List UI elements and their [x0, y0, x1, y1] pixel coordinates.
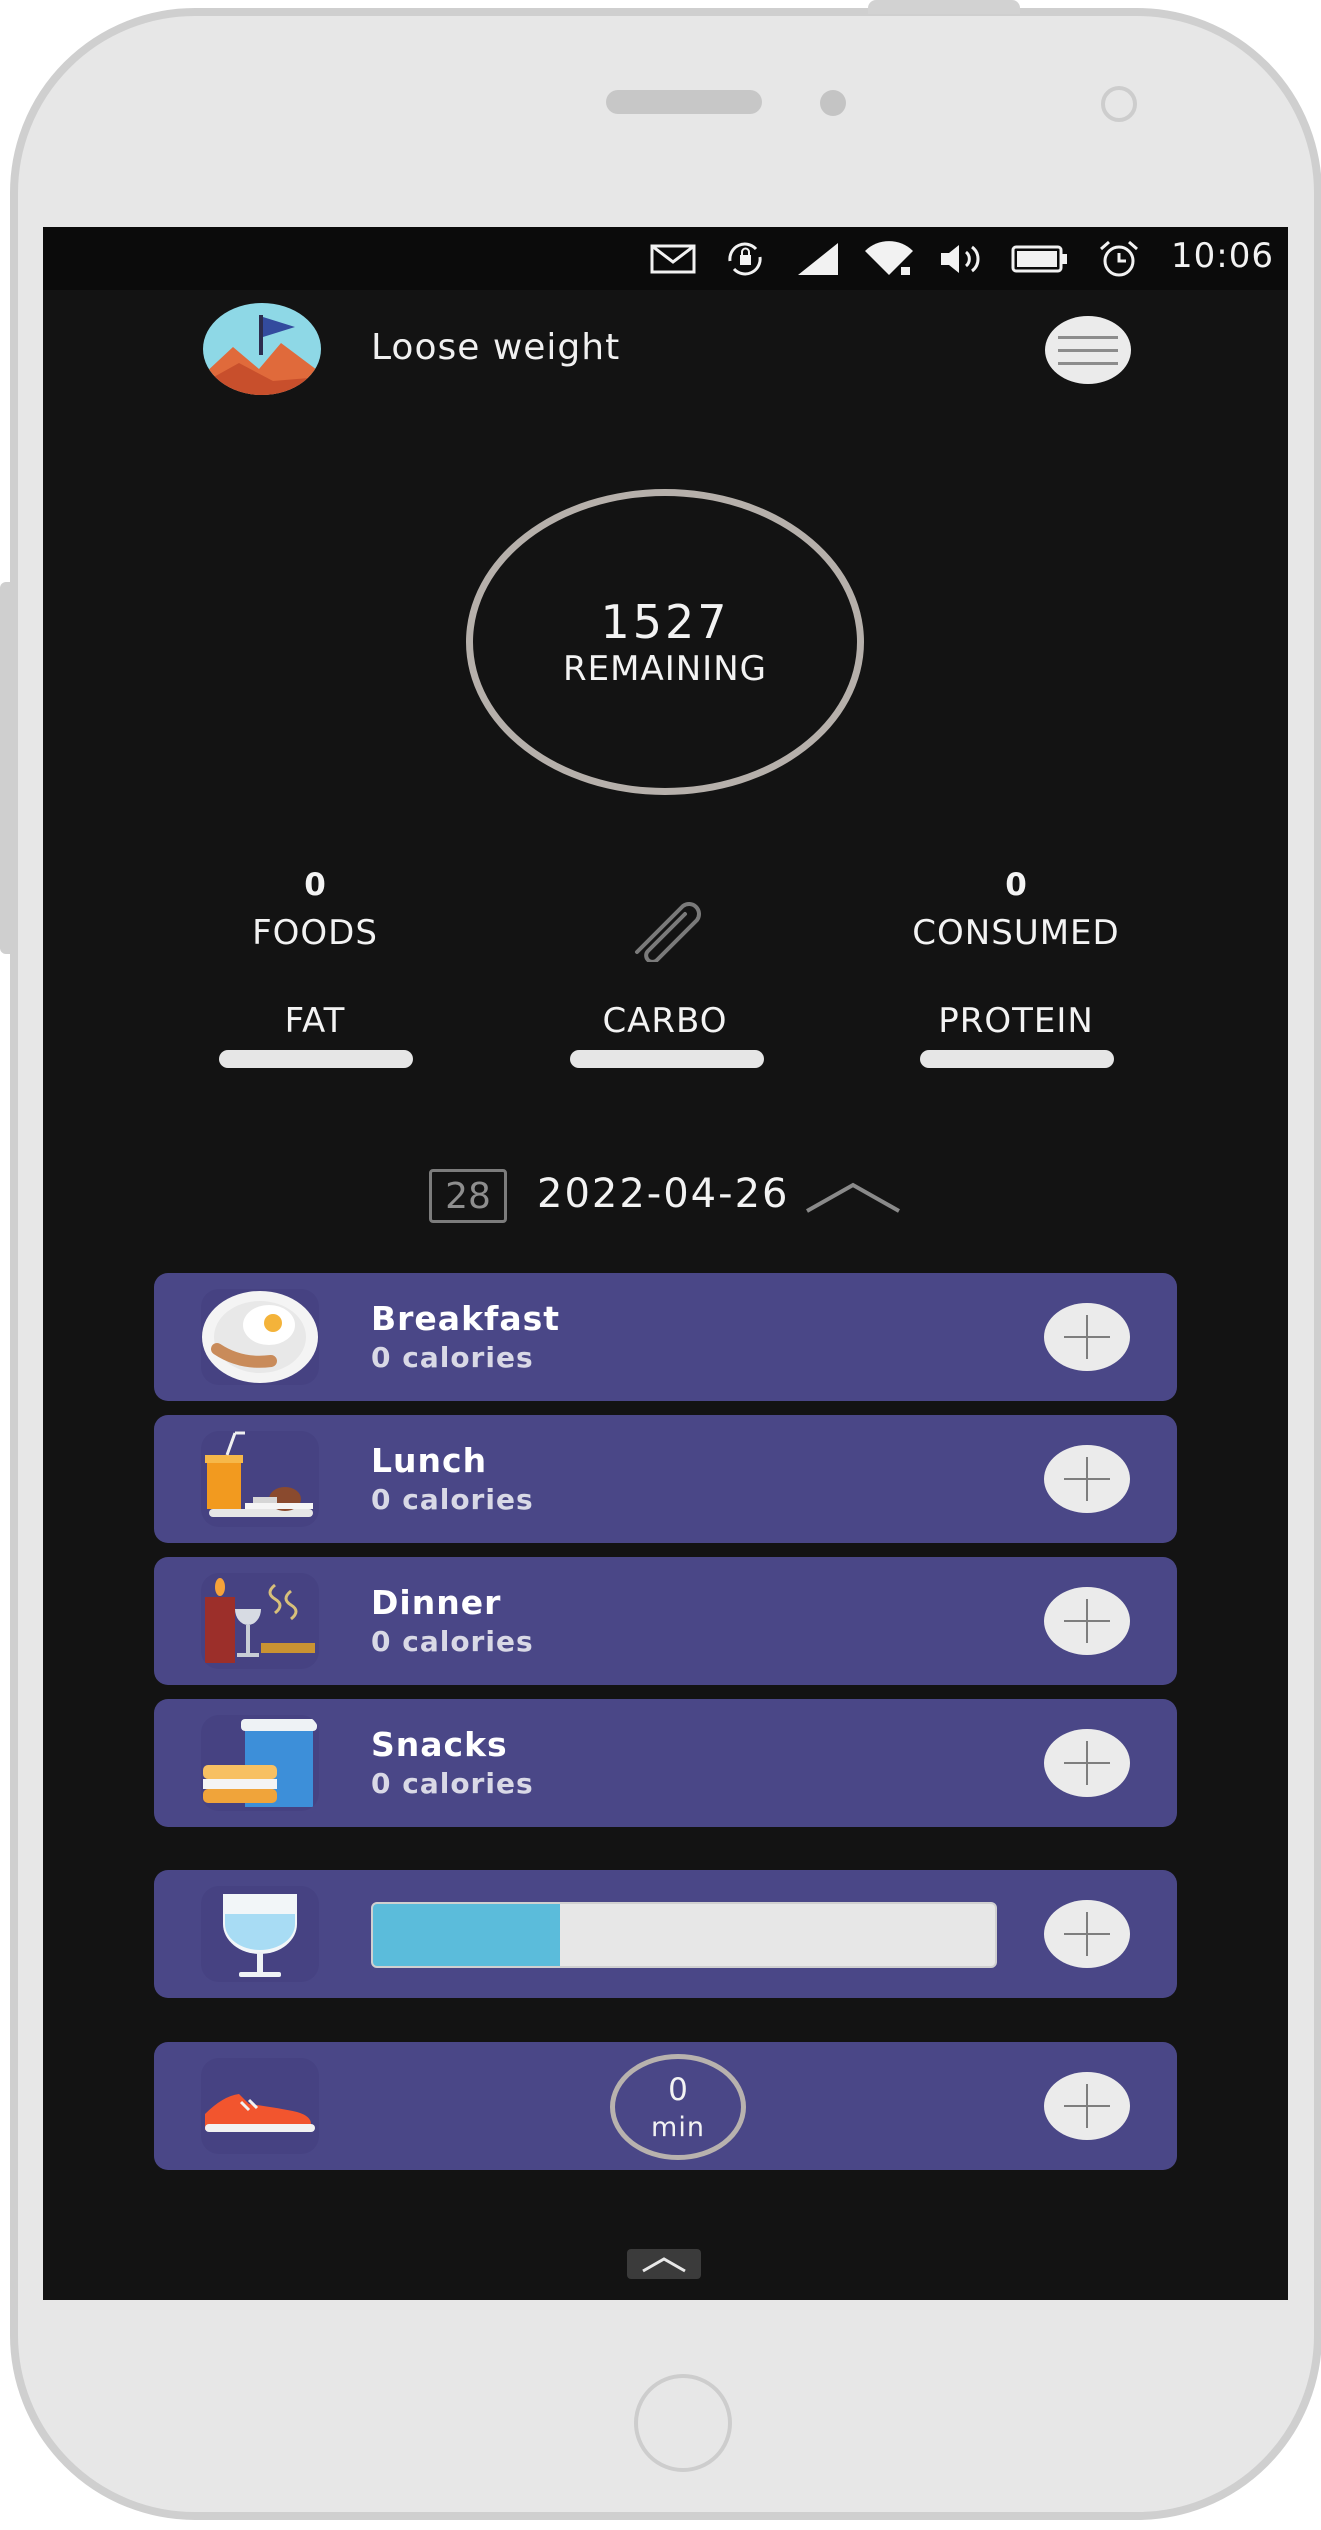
water-glass-icon — [201, 1886, 319, 1982]
calendar-day: 28 — [445, 1175, 491, 1217]
wifi-icon — [863, 239, 915, 279]
add-water-button[interactable] — [1044, 1900, 1130, 1968]
carbo-label: CARBO — [602, 1001, 728, 1041]
fat-label: FAT — [284, 1001, 346, 1041]
consumed-label: CONSUMED — [912, 913, 1120, 953]
remaining-value: 1527 — [600, 595, 730, 649]
meal-card-dinner[interactable]: Dinner 0 calories — [154, 1557, 1177, 1685]
add-exercise-button[interactable] — [1044, 2072, 1130, 2140]
expand-panel-handle[interactable] — [627, 2249, 701, 2279]
rotation-lock-icon — [721, 239, 769, 279]
breakfast-icon — [201, 1289, 319, 1385]
hamburger-menu-icon[interactable] — [1045, 316, 1131, 384]
protein-progress-bar — [920, 1050, 1114, 1068]
meal-calories: 0 calories — [371, 1483, 534, 1516]
meal-card-breakfast[interactable]: Breakfast 0 calories — [154, 1273, 1177, 1401]
carbo-progress-bar — [570, 1050, 764, 1068]
lunch-icon — [201, 1431, 319, 1527]
volume-icon — [939, 239, 985, 279]
foods-label: FOODS — [252, 913, 378, 953]
goal-flag-icon[interactable] — [203, 303, 321, 395]
exercise-unit: min — [651, 2112, 705, 2143]
meal-calories: 0 calories — [371, 1341, 534, 1374]
snacks-icon — [201, 1715, 319, 1811]
add-snacks-button[interactable] — [1044, 1729, 1130, 1797]
volume-button — [0, 582, 12, 954]
chevron-up-icon — [642, 2257, 686, 2273]
meal-name: Lunch — [371, 1441, 488, 1480]
meal-card-lunch[interactable]: Lunch 0 calories — [154, 1415, 1177, 1543]
dinner-icon — [201, 1573, 319, 1669]
meal-calories: 0 calories — [371, 1625, 534, 1658]
app-screen: 10:06 Loose weight 1527 REMAINING 0 FOOD… — [43, 227, 1288, 2300]
meal-name: Snacks — [371, 1725, 508, 1764]
chevron-up-icon[interactable] — [805, 1177, 901, 1217]
meal-name: Dinner — [371, 1583, 502, 1622]
water-progress-bar — [371, 1902, 997, 1968]
fat-progress-bar — [219, 1050, 413, 1068]
selected-date[interactable]: 2022-04-26 — [537, 1171, 789, 1217]
running-shoe-icon — [201, 2058, 319, 2154]
water-progress-fill — [373, 1904, 560, 1966]
calendar-icon[interactable]: 28 — [429, 1169, 507, 1223]
status-time: 10:06 — [1171, 236, 1274, 276]
consumed-value: 0 — [1005, 867, 1027, 903]
exercise-card[interactable]: 0 min — [154, 2042, 1177, 2170]
add-breakfast-button[interactable] — [1044, 1303, 1130, 1371]
power-button — [868, 0, 1020, 14]
battery-icon — [1011, 239, 1069, 279]
goal-title[interactable]: Loose weight — [371, 327, 620, 368]
meal-card-snacks[interactable]: Snacks 0 calories — [154, 1699, 1177, 1827]
foods-value: 0 — [304, 867, 326, 903]
add-lunch-button[interactable] — [1044, 1445, 1130, 1513]
earpiece-speaker — [606, 90, 762, 114]
water-card[interactable] — [154, 1870, 1177, 1998]
remaining-label: REMAINING — [563, 649, 767, 689]
mail-icon — [649, 239, 697, 279]
protein-label: PROTEIN — [938, 1001, 1094, 1041]
proximity-sensor — [820, 90, 846, 116]
meal-name: Breakfast — [371, 1299, 561, 1338]
alarm-icon — [1095, 239, 1143, 279]
home-button[interactable] — [634, 2374, 732, 2472]
add-dinner-button[interactable] — [1044, 1587, 1130, 1655]
paperclip-icon — [623, 892, 713, 964]
exercise-value: 0 — [668, 2072, 688, 2108]
status-bar: 10:06 — [43, 227, 1288, 290]
front-camera — [1101, 86, 1137, 122]
meal-calories: 0 calories — [371, 1767, 534, 1800]
signal-icon — [795, 239, 841, 279]
